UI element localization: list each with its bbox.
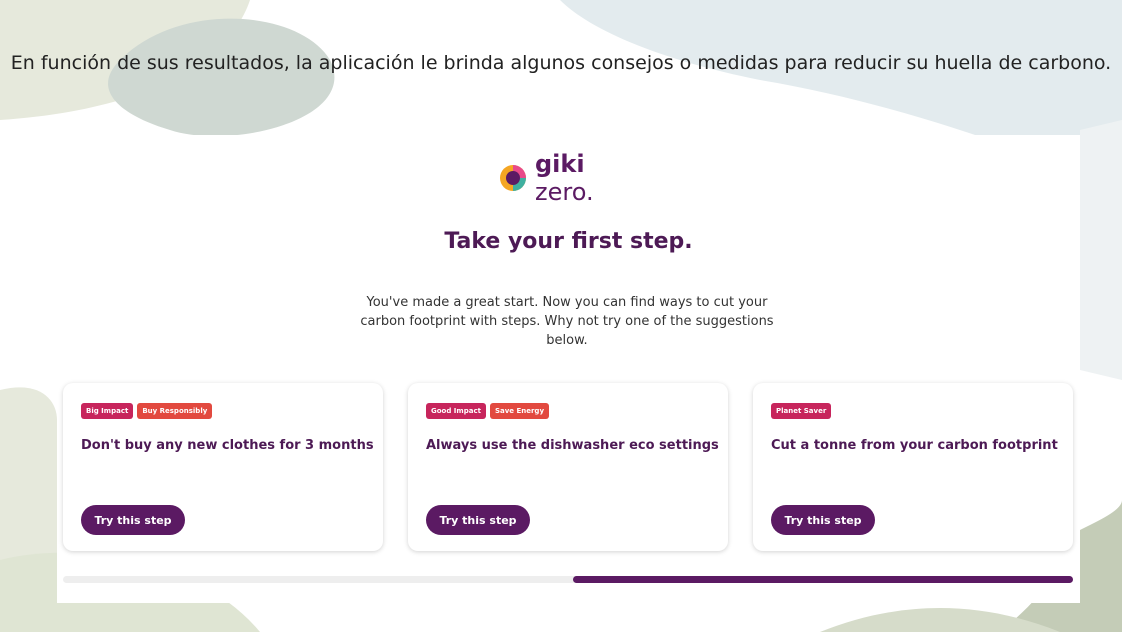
tag-list: Big Impact Buy Responsibly [81,403,213,419]
category-tag: Buy Responsibly [137,403,213,419]
impact-tag: Good Impact [426,403,486,419]
step-title: Always use the dishwasher eco settings [426,438,719,453]
try-step-button[interactable]: Try this step [771,505,875,535]
scrollbar-thumb[interactable] [573,576,1073,583]
slide-caption: En función de sus resultados, la aplicac… [10,52,1112,74]
logo-text: giki zero. [535,150,649,206]
logo-text-rest: zero. [535,178,594,206]
impact-tag: Big Impact [81,403,134,419]
logo-text-bold: giki [535,150,585,178]
step-card[interactable]: Good Impact Save Energy Always use the d… [408,383,728,551]
step-card[interactable]: Big Impact Buy Responsibly Don't buy any… [63,383,383,551]
intro-text: You've made a great start. Now you can f… [360,295,774,348]
step-title: Cut a tonne from your carbon footprint [771,438,1058,453]
try-step-button[interactable]: Try this step [426,505,530,535]
tag-list: Planet Saver [771,403,832,419]
app-screenshot: giki zero. Take your first step. You've … [57,135,1080,603]
tag-list: Good Impact Save Energy [426,403,550,419]
step-title: Don't buy any new clothes for 3 months [81,438,374,453]
try-step-button[interactable]: Try this step [81,505,185,535]
step-card[interactable]: Planet Saver Cut a tonne from your carbo… [753,383,1073,551]
giki-logo-icon [499,164,527,192]
giki-zero-logo: giki zero. [499,150,649,206]
page-title: Take your first step. [444,229,693,254]
impact-tag: Planet Saver [771,403,832,419]
category-tag: Save Energy [489,403,550,419]
carousel-scrollbar[interactable] [63,576,1073,583]
